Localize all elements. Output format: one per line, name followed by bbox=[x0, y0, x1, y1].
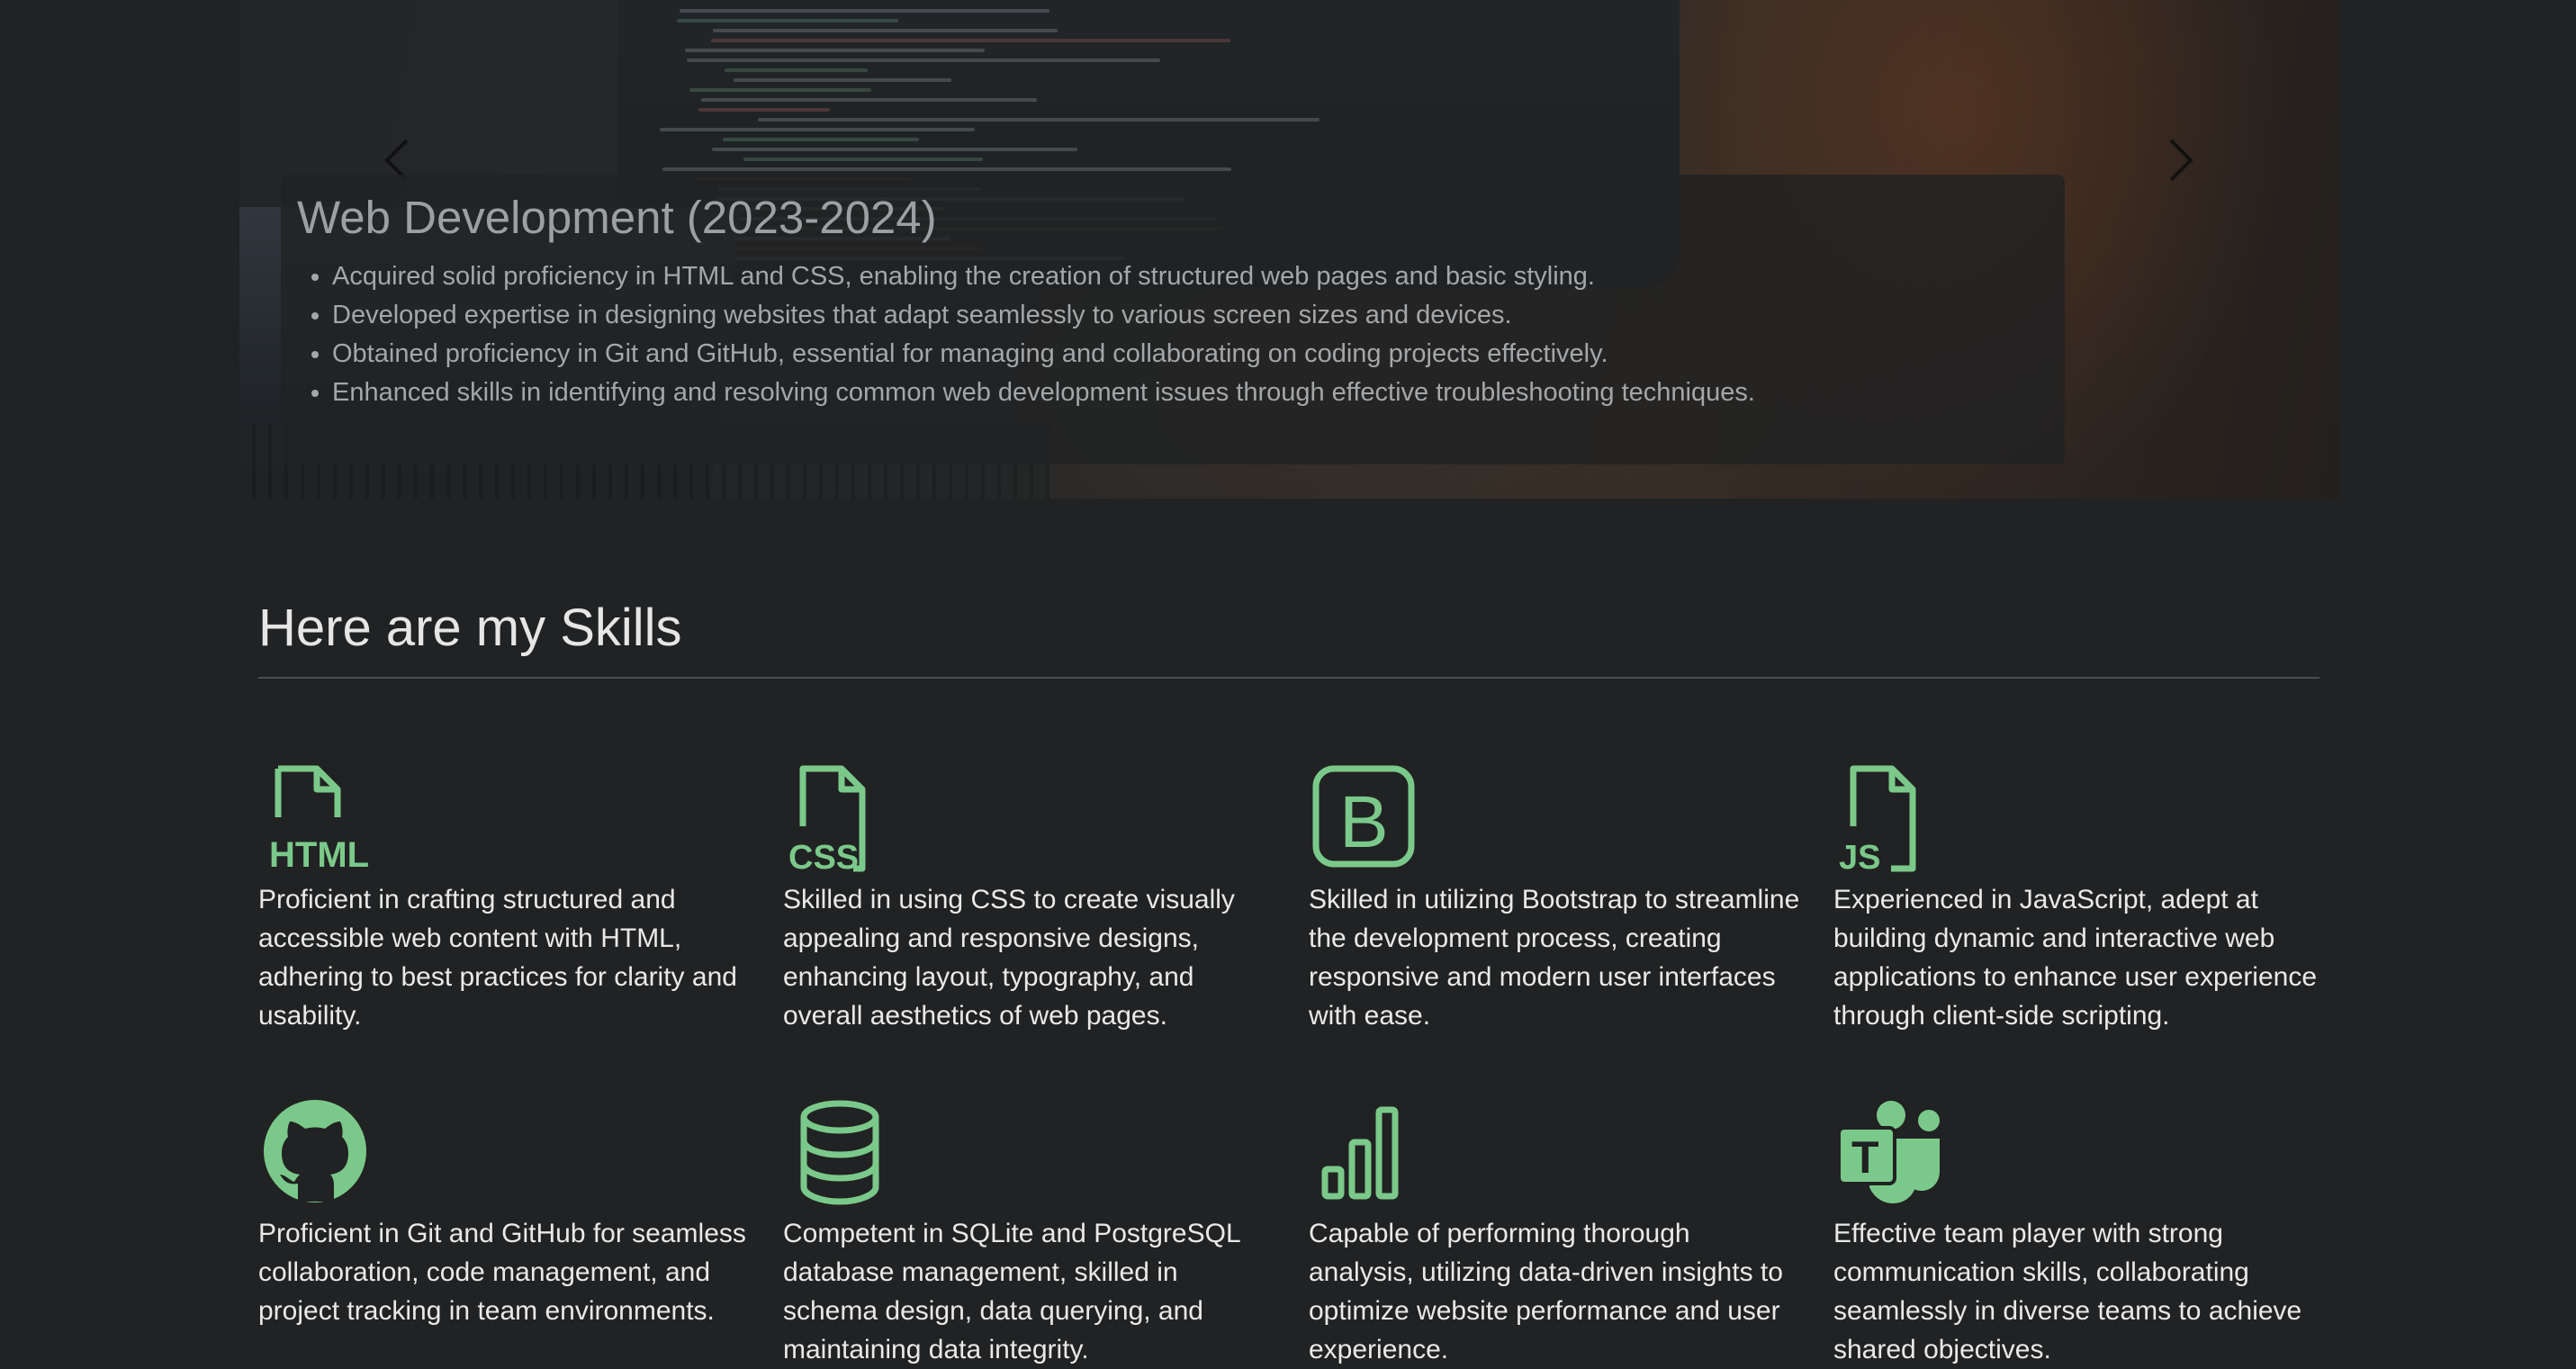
carousel-caption: Web Development (2023-2024) Acquired sol… bbox=[281, 175, 2065, 464]
html-file-icon: HTML bbox=[258, 763, 375, 876]
svg-text:B: B bbox=[1339, 781, 1389, 863]
svg-text:CSS: CSS bbox=[788, 839, 859, 876]
skill-description: Proficient in Git and GitHub for seamles… bbox=[258, 1219, 746, 1326]
svg-text:T: T bbox=[1851, 1132, 1879, 1183]
skill-description: Proficient in crafting structured and ac… bbox=[258, 885, 737, 1031]
css-file-icon: CSS bbox=[783, 763, 900, 876]
database-icon bbox=[783, 1097, 900, 1210]
slide-title: Web Development (2023-2024) bbox=[297, 192, 937, 243]
skill-description: Skilled in utilizing Bootstrap to stream… bbox=[1309, 885, 1800, 1031]
skill-description: Experienced in JavaScript, adept at buil… bbox=[1833, 885, 2318, 1031]
bootstrap-icon: B bbox=[1309, 763, 1426, 876]
skills-heading: Here are my Skills bbox=[258, 599, 682, 657]
svg-text:JS: JS bbox=[1839, 839, 1880, 876]
github-icon bbox=[258, 1097, 375, 1210]
slide-bullet: Enhanced skills in identifying and resol… bbox=[332, 374, 1755, 412]
divider bbox=[258, 677, 2319, 679]
skill-description: Effective team player with strong commun… bbox=[1833, 1219, 2302, 1364]
svg-text:HTML: HTML bbox=[269, 835, 369, 875]
slide-bullet: Obtained proficiency in Git and GitHub, … bbox=[332, 335, 1755, 374]
slide-bullet-list: Acquired solid proficiency in HTML and C… bbox=[332, 257, 1755, 412]
skill-description: Skilled in using CSS to create visually … bbox=[783, 885, 1235, 1031]
skill-description: Competent in SQLite and PostgreSQL datab… bbox=[783, 1219, 1240, 1364]
teams-icon: T bbox=[1833, 1097, 1950, 1210]
carousel-next-button[interactable] bbox=[2162, 133, 2198, 187]
slide-bullet: Developed expertise in designing website… bbox=[332, 296, 1755, 335]
skill-description: Capable of performing thorough analysis,… bbox=[1309, 1219, 1783, 1364]
slide-bullet: Acquired solid proficiency in HTML and C… bbox=[332, 257, 1755, 296]
bar-chart-icon bbox=[1309, 1097, 1426, 1210]
experience-carousel: Web Development (2023-2024) Acquired sol… bbox=[239, 0, 2338, 499]
js-file-icon: JS bbox=[1833, 763, 1950, 876]
chevron-right-icon bbox=[2169, 139, 2193, 182]
